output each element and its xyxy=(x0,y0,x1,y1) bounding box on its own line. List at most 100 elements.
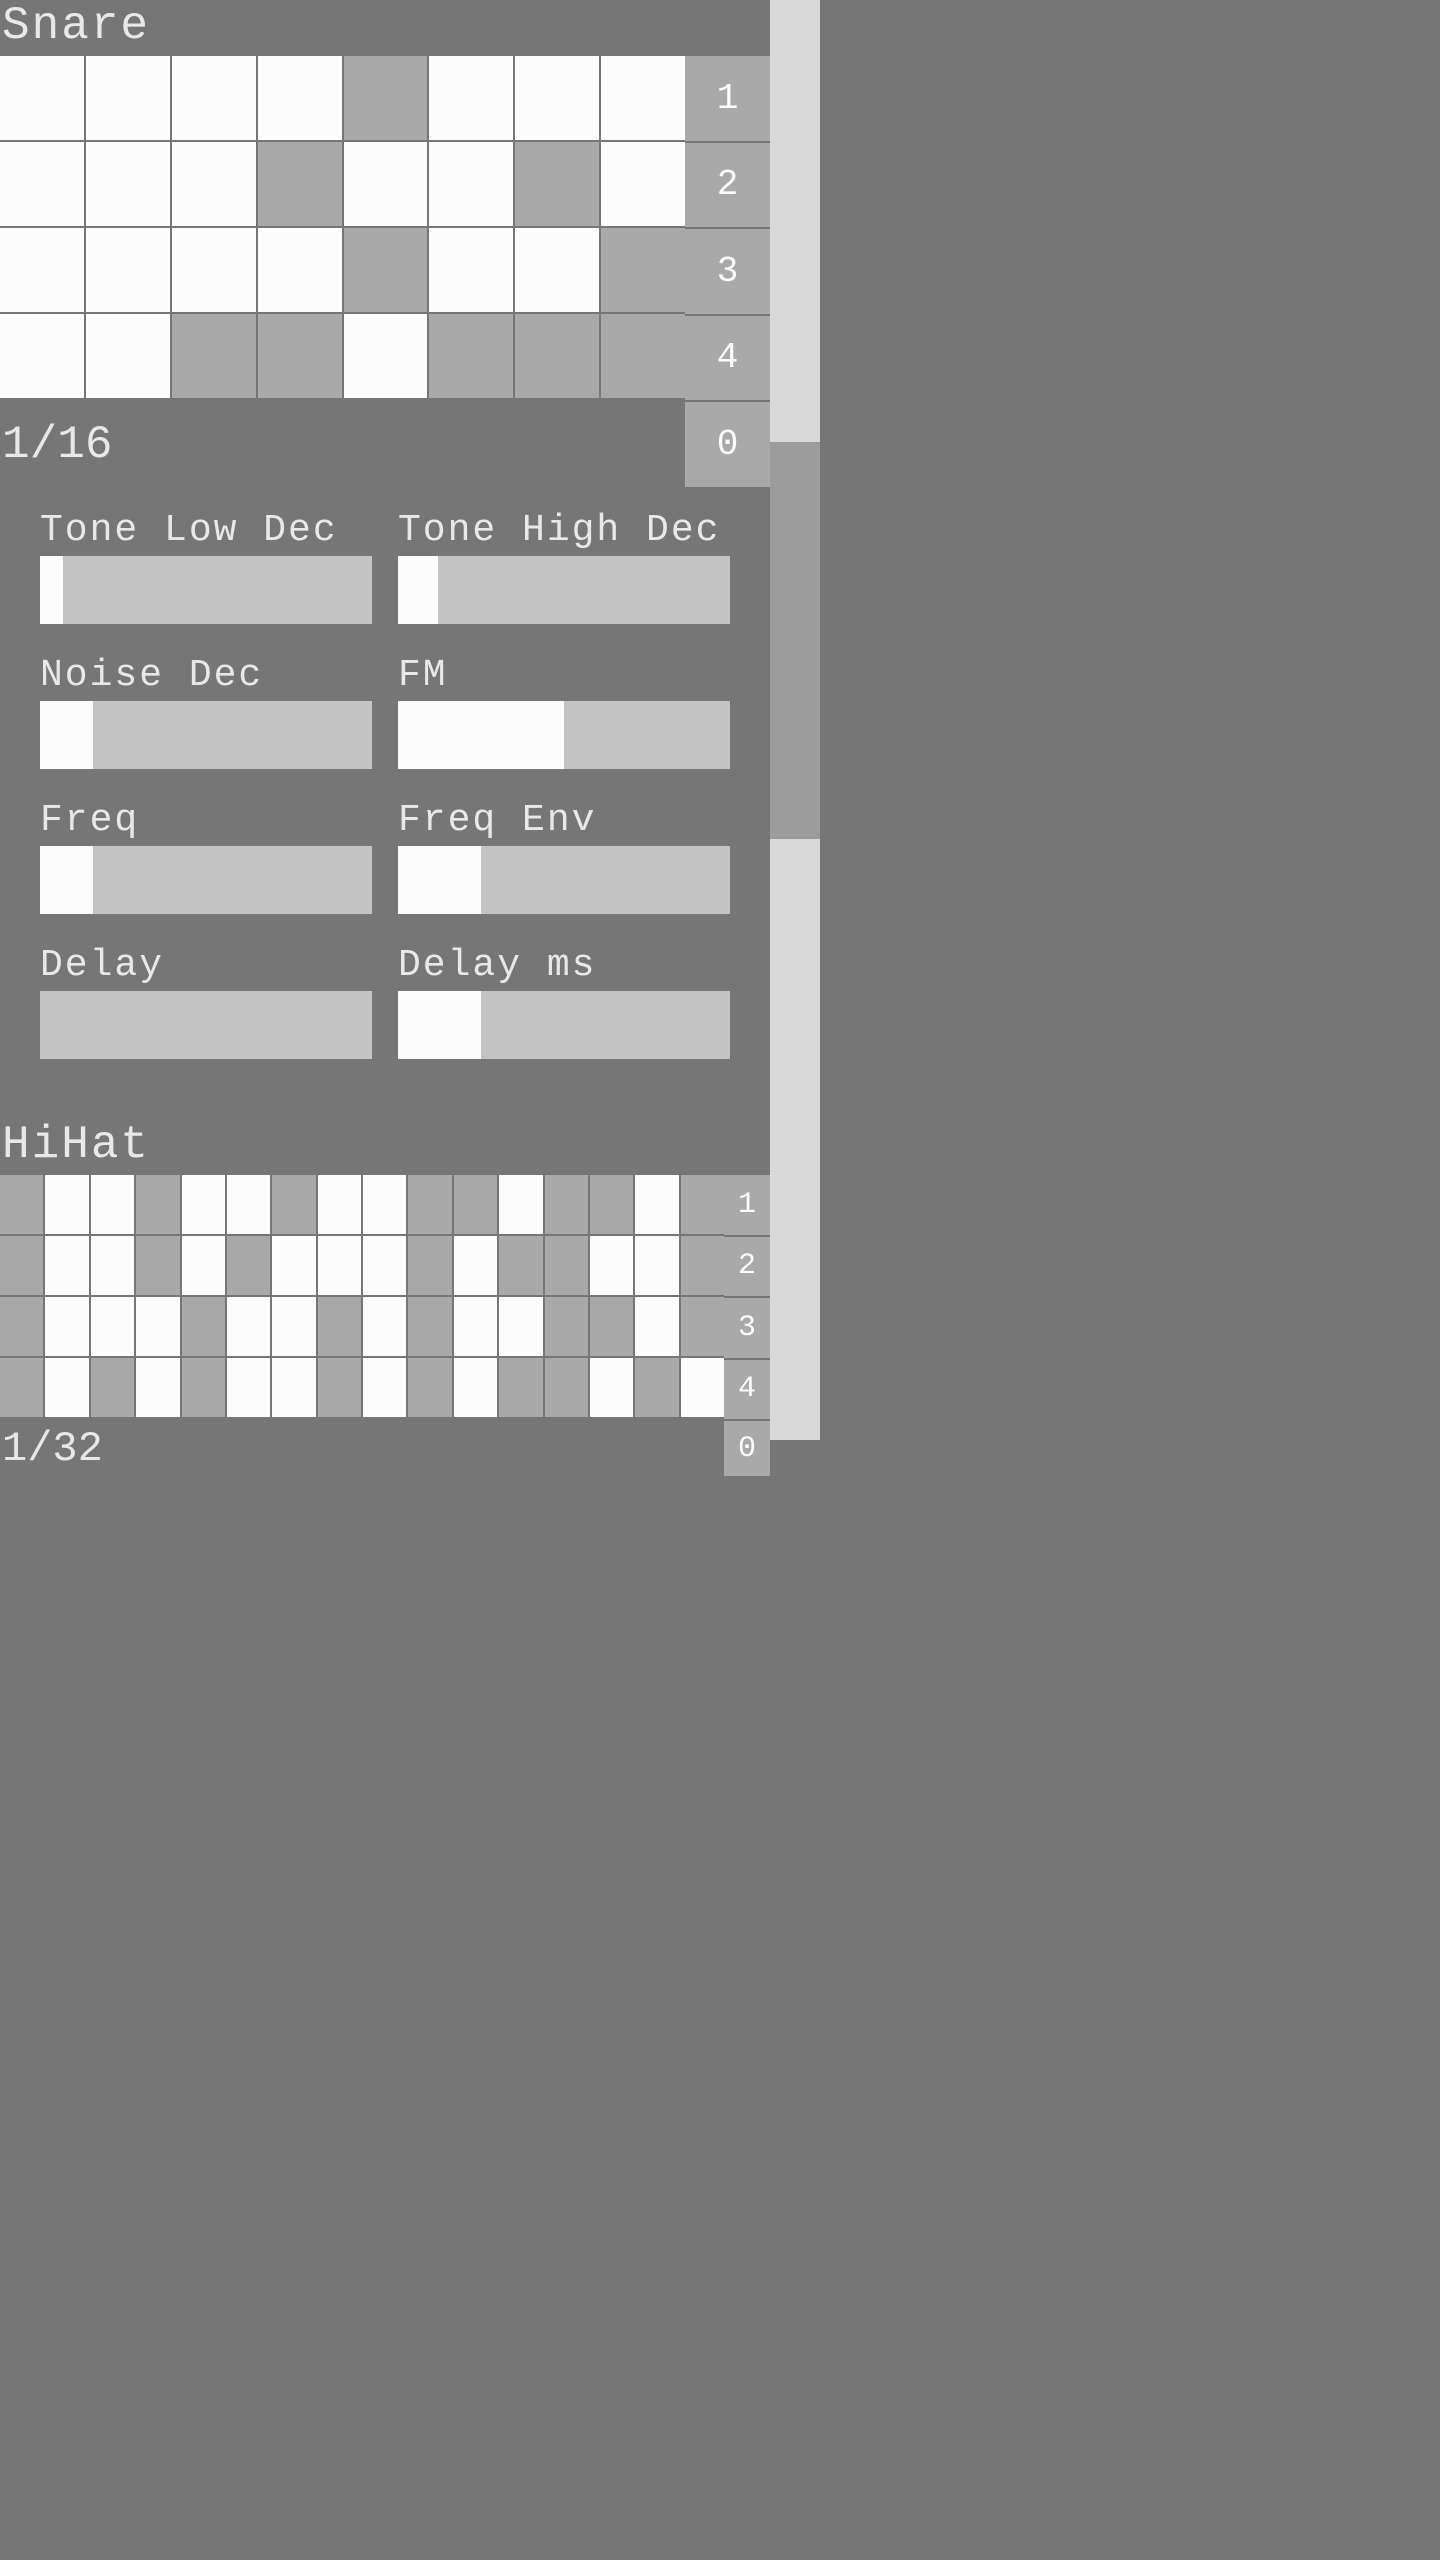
step-cell[interactable] xyxy=(86,142,170,226)
param-slider[interactable] xyxy=(398,556,730,624)
param-slider[interactable] xyxy=(40,556,372,624)
scrollbar-thumb[interactable] xyxy=(770,442,820,839)
step-cell[interactable] xyxy=(227,1175,270,1234)
step-cell[interactable] xyxy=(601,314,685,398)
step-cell[interactable] xyxy=(408,1297,451,1356)
step-cell[interactable] xyxy=(363,1297,406,1356)
snare-time-division[interactable]: 1/16 xyxy=(0,402,685,487)
step-cell[interactable] xyxy=(0,1297,43,1356)
step-cell[interactable] xyxy=(91,1297,134,1356)
step-cell[interactable] xyxy=(318,1175,361,1234)
pattern-row-label[interactable]: 3 xyxy=(685,229,770,314)
step-cell[interactable] xyxy=(635,1358,678,1417)
step-cell[interactable] xyxy=(635,1236,678,1295)
step-cell[interactable] xyxy=(272,1175,315,1234)
step-cell[interactable] xyxy=(499,1175,542,1234)
step-cell[interactable] xyxy=(601,142,685,226)
step-cell[interactable] xyxy=(91,1358,134,1417)
step-cell[interactable] xyxy=(258,228,342,312)
step-cell[interactable] xyxy=(91,1236,134,1295)
param-slider[interactable] xyxy=(398,991,730,1059)
step-cell[interactable] xyxy=(429,56,513,140)
step-cell[interactable] xyxy=(601,56,685,140)
step-cell[interactable] xyxy=(45,1358,88,1417)
step-cell[interactable] xyxy=(318,1236,361,1295)
step-cell[interactable] xyxy=(499,1236,542,1295)
step-cell[interactable] xyxy=(86,314,170,398)
step-cell[interactable] xyxy=(0,228,84,312)
snare-pattern-zero[interactable]: 0 xyxy=(685,402,770,487)
pattern-row-label[interactable]: 2 xyxy=(685,143,770,228)
step-cell[interactable] xyxy=(136,1358,179,1417)
step-cell[interactable] xyxy=(45,1297,88,1356)
step-cell[interactable] xyxy=(86,228,170,312)
step-cell[interactable] xyxy=(172,314,256,398)
step-cell[interactable] xyxy=(344,314,428,398)
pattern-row-label[interactable]: 2 xyxy=(724,1237,770,1297)
pattern-row-label[interactable]: 4 xyxy=(685,316,770,401)
step-cell[interactable] xyxy=(408,1236,451,1295)
step-cell[interactable] xyxy=(635,1297,678,1356)
step-cell[interactable] xyxy=(515,314,599,398)
step-cell[interactable] xyxy=(454,1297,497,1356)
step-cell[interactable] xyxy=(344,228,428,312)
step-cell[interactable] xyxy=(86,56,170,140)
step-cell[interactable] xyxy=(515,142,599,226)
step-cell[interactable] xyxy=(545,1358,588,1417)
step-cell[interactable] xyxy=(0,1175,43,1234)
step-cell[interactable] xyxy=(590,1358,633,1417)
step-cell[interactable] xyxy=(408,1175,451,1234)
step-cell[interactable] xyxy=(454,1236,497,1295)
step-cell[interactable] xyxy=(272,1297,315,1356)
step-cell[interactable] xyxy=(408,1358,451,1417)
step-cell[interactable] xyxy=(635,1175,678,1234)
step-cell[interactable] xyxy=(258,142,342,226)
step-cell[interactable] xyxy=(0,314,84,398)
step-cell[interactable] xyxy=(272,1236,315,1295)
step-cell[interactable] xyxy=(318,1358,361,1417)
step-cell[interactable] xyxy=(227,1236,270,1295)
step-cell[interactable] xyxy=(227,1358,270,1417)
step-cell[interactable] xyxy=(45,1175,88,1234)
step-cell[interactable] xyxy=(454,1175,497,1234)
param-slider[interactable] xyxy=(40,991,372,1059)
step-cell[interactable] xyxy=(344,142,428,226)
step-cell[interactable] xyxy=(182,1358,225,1417)
pattern-row-label[interactable]: 4 xyxy=(724,1360,770,1420)
step-cell[interactable] xyxy=(182,1297,225,1356)
step-cell[interactable] xyxy=(182,1236,225,1295)
pattern-row-label[interactable]: 3 xyxy=(724,1298,770,1358)
step-cell[interactable] xyxy=(681,1297,724,1356)
step-cell[interactable] xyxy=(515,228,599,312)
pattern-row-label[interactable]: 1 xyxy=(685,56,770,141)
step-cell[interactable] xyxy=(136,1175,179,1234)
step-cell[interactable] xyxy=(0,142,84,226)
step-cell[interactable] xyxy=(515,56,599,140)
step-cell[interactable] xyxy=(454,1358,497,1417)
step-cell[interactable] xyxy=(344,56,428,140)
step-cell[interactable] xyxy=(136,1297,179,1356)
param-slider[interactable] xyxy=(398,701,730,769)
step-cell[interactable] xyxy=(182,1175,225,1234)
step-cell[interactable] xyxy=(429,142,513,226)
step-cell[interactable] xyxy=(272,1358,315,1417)
step-cell[interactable] xyxy=(601,228,685,312)
step-cell[interactable] xyxy=(227,1297,270,1356)
param-slider[interactable] xyxy=(40,701,372,769)
step-cell[interactable] xyxy=(172,56,256,140)
step-cell[interactable] xyxy=(681,1358,724,1417)
pattern-row-label[interactable]: 1 xyxy=(724,1175,770,1235)
hihat-time-division[interactable]: 1/32 xyxy=(0,1421,724,1476)
param-slider[interactable] xyxy=(398,846,730,914)
step-cell[interactable] xyxy=(429,228,513,312)
step-cell[interactable] xyxy=(590,1175,633,1234)
step-cell[interactable] xyxy=(545,1297,588,1356)
step-cell[interactable] xyxy=(91,1175,134,1234)
step-cell[interactable] xyxy=(363,1175,406,1234)
step-cell[interactable] xyxy=(0,1358,43,1417)
param-slider[interactable] xyxy=(40,846,372,914)
step-cell[interactable] xyxy=(363,1358,406,1417)
hihat-pattern-zero[interactable]: 0 xyxy=(724,1421,770,1476)
step-cell[interactable] xyxy=(499,1297,542,1356)
step-cell[interactable] xyxy=(172,228,256,312)
